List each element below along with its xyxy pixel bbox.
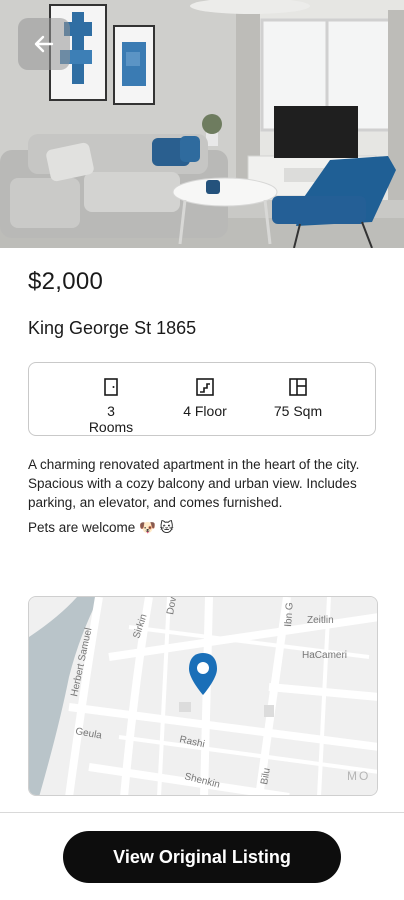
listing-detail-screen: $2,000 King George St 1865 3 Rooms 4 Flo… xyxy=(0,0,404,900)
apartment-photo xyxy=(0,0,404,248)
description-text: Spacious with a cozy balcony and urban v… xyxy=(28,476,357,510)
back-button[interactable] xyxy=(18,18,70,70)
map-label: HaCameri xyxy=(302,650,347,661)
divider xyxy=(0,812,404,813)
map-label: MO xyxy=(347,769,370,783)
listing-address: King George St 1865 xyxy=(28,318,197,338)
listing-description: A charming renovated apartment in the he… xyxy=(28,455,376,537)
description-text: A charming renovated apartment in the he… xyxy=(28,457,360,472)
feature-label: 75 Sqm xyxy=(273,403,323,419)
door-icon xyxy=(104,378,118,396)
floorplan-icon xyxy=(289,378,307,396)
map-label: Zeitlin xyxy=(307,615,334,626)
location-map[interactable]: Herbert Samuel Sirkin Dov Ibn G Zeitlin … xyxy=(28,596,378,796)
feature-label: 4 Floor xyxy=(183,403,227,419)
feature-area: 75 Sqm xyxy=(267,377,329,419)
arrow-left-icon xyxy=(34,35,54,53)
map-label: Ibn G xyxy=(283,602,296,627)
feature-label: 3 Rooms xyxy=(88,403,134,435)
feature-floor: 4 Floor xyxy=(179,377,231,419)
features-card: 3 Rooms 4 Floor 75 Sqm xyxy=(28,362,376,436)
view-original-listing-button[interactable]: View Original Listing xyxy=(63,831,341,883)
stairs-icon xyxy=(196,378,214,396)
feature-rooms: 3 Rooms xyxy=(83,377,139,435)
pets-note: Pets are welcome 🐶 🐱 xyxy=(28,520,174,535)
listing-price: $2,000 xyxy=(28,268,104,295)
